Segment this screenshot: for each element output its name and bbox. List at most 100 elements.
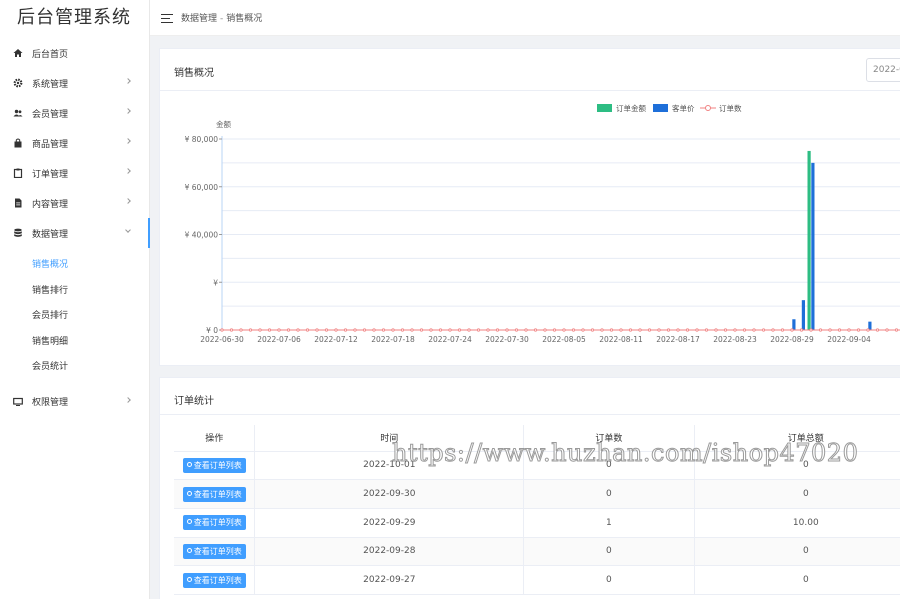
order-count-point[interactable]	[438, 328, 443, 332]
order-count-point[interactable]	[600, 328, 604, 332]
view-orders-button[interactable]: 查看订单列表	[182, 572, 246, 588]
column-header-count[interactable]: 订单数	[523, 425, 695, 452]
order-count-point[interactable]	[277, 328, 281, 332]
order-count-point[interactable]	[666, 328, 671, 332]
order-count-point[interactable]	[695, 328, 699, 332]
order-count-point[interactable]	[809, 328, 813, 332]
order-count-point[interactable]	[562, 328, 566, 332]
order-count-point[interactable]	[248, 328, 253, 332]
order-count-point[interactable]	[286, 328, 291, 332]
order-count-point[interactable]	[543, 328, 547, 332]
order-count-point[interactable]	[220, 328, 224, 332]
order-count-point[interactable]	[381, 328, 386, 332]
bar-order-amount[interactable]	[807, 150, 811, 330]
order-count-point[interactable]	[856, 328, 861, 332]
order-count-point[interactable]	[305, 328, 310, 332]
order-count-point[interactable]	[657, 328, 661, 332]
sidebar-item-system[interactable]: 系统管理	[0, 68, 149, 98]
breadcrumb-item-data-management[interactable]: 数据管理	[181, 14, 217, 24]
order-count-point[interactable]	[714, 328, 718, 332]
order-count-point[interactable]	[495, 328, 500, 332]
order-count-point[interactable]	[400, 328, 405, 332]
order-count-point[interactable]	[771, 328, 775, 332]
order-count-point[interactable]	[733, 328, 737, 332]
order-count-point[interactable]	[875, 328, 880, 332]
submenu-item-sales-overview[interactable]: 销售概况	[0, 253, 149, 279]
legend-swatch-amount[interactable]	[597, 104, 612, 112]
order-count-point[interactable]	[837, 328, 842, 332]
order-count-point[interactable]	[467, 328, 471, 332]
order-count-point[interactable]	[429, 328, 433, 332]
view-orders-button[interactable]: 查看订单列表	[182, 457, 246, 473]
order-count-point[interactable]	[704, 328, 709, 332]
order-count-point[interactable]	[362, 328, 367, 332]
order-count-point[interactable]	[524, 328, 528, 332]
order-count-point[interactable]	[628, 328, 633, 332]
order-count-point[interactable]	[885, 328, 889, 332]
order-count-point[interactable]	[229, 328, 234, 332]
view-orders-button[interactable]: 查看订单列表	[182, 486, 246, 502]
order-count-point[interactable]	[296, 328, 300, 332]
order-count-point[interactable]	[676, 328, 680, 332]
order-count-point[interactable]	[476, 328, 481, 332]
order-count-point[interactable]	[239, 328, 243, 332]
view-orders-button[interactable]: 查看订单列表	[182, 515, 246, 531]
order-count-point[interactable]	[685, 328, 690, 332]
order-count-point[interactable]	[533, 328, 538, 332]
order-count-point[interactable]	[267, 328, 272, 332]
submenu-item-member-ranking[interactable]: 会员排行	[0, 304, 149, 330]
order-count-point[interactable]	[723, 328, 728, 332]
order-count-point[interactable]	[343, 328, 348, 332]
order-count-point[interactable]	[419, 328, 424, 332]
order-count-point[interactable]	[334, 328, 338, 332]
order-count-point[interactable]	[828, 328, 832, 332]
order-count-point[interactable]	[647, 328, 652, 332]
order-count-point[interactable]	[780, 328, 785, 332]
submenu-item-sales-ranking[interactable]: 销售排行	[0, 279, 149, 305]
order-count-point[interactable]	[609, 328, 614, 332]
order-count-point[interactable]	[410, 328, 414, 332]
order-count-point[interactable]	[552, 328, 557, 332]
order-count-point[interactable]	[866, 328, 870, 332]
menu-toggle-icon[interactable]	[161, 13, 173, 23]
order-count-point[interactable]	[514, 328, 519, 332]
order-count-point[interactable]	[315, 328, 319, 332]
order-count-point[interactable]	[638, 328, 642, 332]
sidebar-item-home[interactable]: 后台首页	[0, 38, 149, 68]
order-count-point[interactable]	[486, 328, 490, 332]
bar-avg-price[interactable]	[792, 319, 796, 330]
column-header-time[interactable]: 时间	[254, 425, 525, 452]
submenu-item-member-stats[interactable]: 会员统计	[0, 355, 149, 381]
order-count-point[interactable]	[894, 328, 899, 332]
order-count-point[interactable]	[505, 328, 509, 332]
sidebar-item-members[interactable]: 会员管理	[0, 98, 149, 128]
order-count-point[interactable]	[448, 328, 452, 332]
order-count-point[interactable]	[790, 328, 794, 332]
order-count-point[interactable]	[847, 328, 851, 332]
order-count-point[interactable]	[324, 328, 329, 332]
order-count-point[interactable]	[590, 328, 595, 332]
order-count-point[interactable]	[258, 328, 262, 332]
order-count-point[interactable]	[742, 328, 747, 332]
order-count-point[interactable]	[799, 328, 804, 332]
sidebar-item-permissions[interactable]: 权限管理	[0, 387, 149, 417]
sidebar-item-products[interactable]: 商品管理	[0, 128, 149, 158]
order-count-point[interactable]	[372, 328, 376, 332]
order-count-point[interactable]	[391, 328, 395, 332]
sidebar-item-data[interactable]: 数据管理	[0, 218, 150, 248]
bar-avg-price[interactable]	[811, 162, 815, 330]
submenu-item-sales-detail[interactable]: 销售明细	[0, 330, 149, 356]
order-count-point[interactable]	[752, 328, 756, 332]
order-count-point[interactable]	[457, 328, 462, 332]
legend-swatch-avg[interactable]	[653, 104, 668, 112]
order-count-point[interactable]	[818, 328, 823, 332]
order-count-point[interactable]	[571, 328, 576, 332]
sidebar-item-orders[interactable]: 订单管理	[0, 158, 149, 188]
order-count-point[interactable]	[581, 328, 585, 332]
order-count-point[interactable]	[619, 328, 623, 332]
column-header-total[interactable]: 订单总额	[694, 425, 900, 452]
view-orders-button[interactable]: 查看订单列表	[182, 543, 246, 559]
order-count-point[interactable]	[761, 328, 766, 332]
order-count-point[interactable]	[353, 328, 357, 332]
sidebar-item-content[interactable]: 内容管理	[0, 188, 149, 218]
